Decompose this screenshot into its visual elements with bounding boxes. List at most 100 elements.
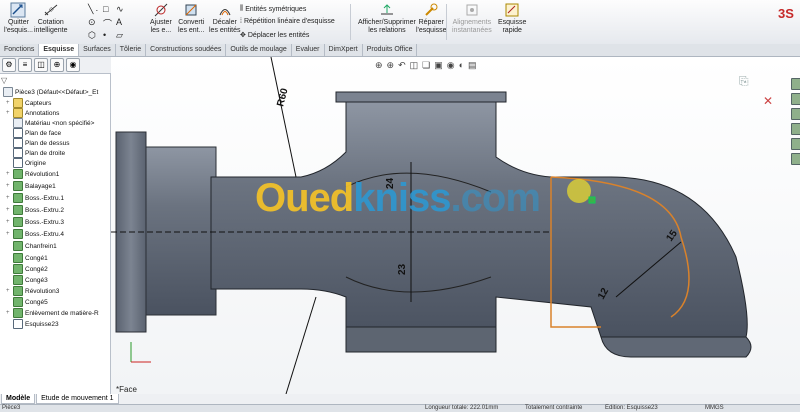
text-tool-button[interactable]: A	[116, 17, 122, 27]
tree-item-origin[interactable]: Origine	[6, 158, 46, 168]
tab-sheet-metal[interactable]: Tôlerie	[116, 44, 147, 56]
spline-tool-button[interactable]: ∿	[116, 4, 124, 15]
model-tabs: Modèle Etude de mouvement 1	[0, 394, 800, 404]
tree-item-sweep1[interactable]: + Balayage1	[6, 181, 56, 191]
resources-tab-icon[interactable]	[791, 78, 800, 90]
tree-item-sensors[interactable]: + Capteurs	[6, 98, 51, 108]
linear-pattern-label: Répétition linéaire d'esquisse	[243, 18, 335, 25]
custom-properties-tab-icon[interactable]	[791, 153, 800, 165]
quit-sketch-button[interactable]: Quitter l'esquis...	[4, 2, 33, 35]
previous-view-icon[interactable]: ↶	[398, 60, 406, 71]
tree-item-fillet1[interactable]: Congé1	[6, 253, 48, 263]
section-view-icon[interactable]: ◫	[410, 60, 419, 71]
zoom-area-icon[interactable]: ⊕	[387, 60, 395, 71]
point-tool-button[interactable]: •	[103, 30, 106, 40]
smart-dimension-button[interactable]: ◇ Cotation intelligente	[34, 2, 67, 35]
tree-item-fillet5[interactable]: Congé5	[6, 297, 48, 307]
bottom-boss[interactable]	[345, 326, 497, 353]
tab-motion-study[interactable]: Etude de mouvement 1	[36, 394, 119, 404]
tree-item-boss-extrude1[interactable]: + Boss.-Extru.1	[6, 193, 64, 203]
filter-icon[interactable]: ▽	[1, 76, 7, 85]
trim-entities-button[interactable]: Ajuster les e...	[150, 2, 172, 35]
appearances-tab-icon[interactable]	[791, 138, 800, 150]
tab-surfaces[interactable]: Surfaces	[79, 44, 116, 56]
move-entities-button[interactable]: ✥ Déplacer les entités	[240, 31, 309, 40]
rapid-sketch-button[interactable]: Esquisse rapide	[498, 2, 526, 35]
tree-item-boss-extrude4[interactable]: + Boss.-Extru.4	[6, 229, 64, 239]
tree-root[interactable]: Pièce3 (Défaut<<Défaut>_Et	[3, 87, 98, 97]
tree-item-material[interactable]: Matériau <non spécifié>	[6, 118, 94, 128]
part-icon	[3, 87, 13, 97]
quick-snaps-button[interactable]: Alignements instantanées	[452, 2, 492, 35]
tab-evaluate[interactable]: Evaluer	[292, 44, 325, 56]
arc-tool-button[interactable]: ⌒	[103, 17, 112, 30]
move-icon: ✥	[240, 32, 246, 39]
status-constraint: Totalement contrainte	[525, 405, 583, 411]
appearance-icon[interactable]: ◐	[459, 60, 464, 71]
tree-item-cut-revolve[interactable]: + Enlèvement de matière-R	[6, 308, 99, 318]
tree-item-fillet2[interactable]: Congé2	[6, 264, 48, 274]
dimension-23[interactable]: 23	[397, 263, 408, 275]
tab-model[interactable]: Modèle	[1, 394, 36, 404]
repair-sketch-button[interactable]: Réparer l'esquisse	[416, 2, 447, 35]
tab-weldments[interactable]: Constructions soudées	[146, 44, 227, 56]
tab-dimxpert[interactable]: DimXpert	[325, 44, 363, 56]
tree-item-front-plane[interactable]: Plan de face	[6, 128, 61, 138]
property-manager-tab-icon[interactable]: ≡	[18, 58, 32, 72]
display-style-icon[interactable]: ▣	[434, 60, 443, 71]
dimxpert-manager-tab-icon[interactable]: ⊕	[50, 58, 64, 72]
tree-item-boss-extrude3[interactable]: + Boss.-Extru.3	[6, 217, 64, 227]
tree-item-top-plane[interactable]: Plan de dessus	[6, 138, 69, 148]
display-manager-tab-icon[interactable]: ◉	[66, 58, 80, 72]
tree-item-revolution1[interactable]: + Révolution1	[6, 169, 59, 179]
plane-tool-button[interactable]: ▱	[116, 30, 123, 41]
tree-item-boss-extrude2[interactable]: + Boss.-Extru.2	[6, 205, 64, 215]
circle-tool-button[interactable]: ⊙	[88, 17, 96, 28]
rectangle-tool-button[interactable]: □	[103, 4, 108, 14]
confirm-corner-icon[interactable]: ⎘	[739, 74, 749, 88]
tab-sketch[interactable]: Esquisse	[39, 44, 80, 56]
mirror-entities-button[interactable]: ⫼ Entités symétriques	[240, 5, 306, 13]
rapid-sketch-label-2: rapide	[502, 27, 522, 34]
tree-item-fillet3[interactable]: Congé3	[6, 275, 48, 285]
top-boss[interactable]	[335, 91, 507, 103]
polygon-tool-button[interactable]: ⬡	[88, 30, 96, 41]
spline-icon: ∿	[116, 4, 124, 14]
sketch-line[interactable]	[285, 296, 317, 394]
tree-item-label: Boss.-Extru.1	[25, 194, 65, 202]
tree-item-right-plane[interactable]: Plan de droite	[6, 148, 65, 158]
scene-icon[interactable]: ▤	[468, 60, 477, 71]
convert-entities-button[interactable]: Converti les ent...	[178, 2, 204, 35]
tab-mold-tools[interactable]: Outils de moulage	[226, 44, 292, 56]
cancel-corner-icon[interactable]: ✕	[763, 94, 773, 108]
ribbon-separator	[446, 4, 447, 40]
display-relations-button[interactable]: Afficher/Supprimer les relations	[358, 2, 416, 35]
graphics-viewport[interactable]: R60 24 23 15 12 ⎘ ✕	[111, 57, 800, 394]
hide-show-icon[interactable]: ◉	[447, 60, 455, 71]
quick-snaps-icon	[466, 4, 478, 16]
tab-features[interactable]: Fonctions	[0, 44, 40, 56]
line-tool-button[interactable]: ╲ ·	[88, 4, 98, 15]
plane-icon	[13, 138, 23, 148]
sketch-line-r60[interactable]	[270, 57, 297, 178]
tree-item-sketch23[interactable]: Esquisse23	[6, 319, 59, 329]
status-units[interactable]: MMGS	[705, 405, 724, 411]
view-orientation-icon[interactable]: ❏	[422, 60, 430, 71]
spout-end[interactable]	[600, 336, 752, 358]
tree-item-revolution3[interactable]: + Révolution3	[6, 286, 59, 296]
linear-pattern-button[interactable]: ⁞ Répétition linéaire d'esquisse	[240, 18, 335, 25]
feature-tree-tab-icon[interactable]: ⚙	[2, 58, 16, 72]
offset-entities-button[interactable]: Décaler les entités	[209, 2, 241, 35]
zoom-to-fit-icon[interactable]: ⊕	[375, 60, 383, 71]
view-palette-tab-icon[interactable]	[791, 123, 800, 135]
flange-body[interactable]	[145, 146, 217, 316]
tab-office-products[interactable]: Produits Office	[363, 44, 418, 56]
design-library-tab-icon[interactable]	[791, 93, 800, 105]
file-explorer-tab-icon[interactable]	[791, 108, 800, 120]
tree-item-chamfer1[interactable]: Chanfrein1	[6, 241, 57, 251]
tree-item-annotations[interactable]: + Annotations	[6, 108, 59, 118]
tree-item-label: Enlèvement de matière-R	[25, 309, 99, 317]
configuration-manager-tab-icon[interactable]: ◫	[34, 58, 48, 72]
tree-item-label: Esquisse23	[25, 320, 59, 328]
trim-label-2: les e...	[150, 27, 172, 34]
